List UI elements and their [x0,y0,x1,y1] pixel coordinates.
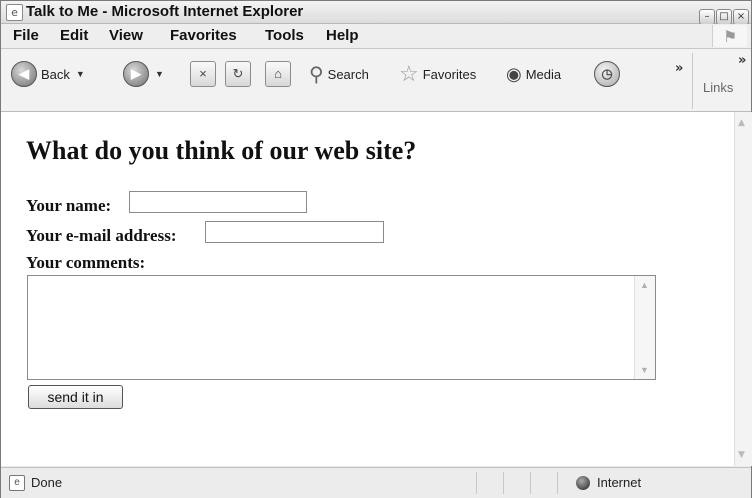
ie-app-icon: e [6,4,23,21]
status-cell-divider [503,472,504,494]
window-controls: – □ × [698,4,749,25]
back-label: Back [41,66,70,82]
menu-edit[interactable]: Edit [60,27,88,44]
close-icon[interactable]: × [733,9,749,25]
page-scroll-up-icon[interactable]: ▲ [738,118,745,128]
browser-window: e Talk to Me - Microsoft Internet Explor… [0,0,752,498]
status-cell-divider [557,472,558,494]
search-label: Search [327,66,369,82]
email-label: Your e-mail address: [26,226,177,245]
standard-toolbar: ◀ Back ▼ ▶ ▼ × ↻ ⌂ ⚲ Search ☆ Favorites … [1,49,751,112]
stop-icon: × [190,61,216,87]
page-scrollbar[interactable]: ▲ ▼ [734,112,752,466]
media-icon: ◉ [506,63,522,84]
links-chevron-icon[interactable]: » [738,53,746,68]
refresh-icon: ↻ [225,61,251,87]
page-done-icon: e [9,475,25,491]
history-button[interactable]: ◷ [594,59,620,89]
forward-dropdown-icon[interactable]: ▼ [155,69,164,79]
scroll-down-icon[interactable]: ▼ [640,365,649,375]
favorites-button[interactable]: ☆ Favorites [399,59,476,89]
status-cell-divider [476,472,477,494]
star-icon: ☆ [399,61,419,86]
home-icon: ⌂ [265,61,291,87]
scroll-up-icon[interactable]: ▲ [640,280,649,290]
windows-logo-icon: ⚑ [712,25,747,47]
name-input[interactable] [129,191,307,213]
email-input[interactable] [205,221,384,243]
refresh-button[interactable]: ↻ [225,59,251,89]
menu-help[interactable]: Help [326,27,359,44]
minimize-icon[interactable]: – [699,9,715,25]
back-button[interactable]: ◀ Back ▼ [11,59,85,89]
favorites-label: Favorites [422,66,477,82]
media-button[interactable]: ◉ Media [506,59,561,89]
forward-button[interactable]: ▶ ▼ [123,59,164,89]
comments-label: Your comments: [26,253,146,272]
send-button[interactable]: send it in [28,385,123,409]
menu-bar: File Edit View Favorites Tools Help ⚑ [1,24,751,49]
history-icon: ◷ [594,61,620,87]
title-bar: e Talk to Me - Microsoft Internet Explor… [1,1,751,25]
status-text: Done [31,475,63,490]
menu-view[interactable]: View [109,27,143,44]
page-heading: What do you think of our web site? [26,136,417,165]
security-zone-label: Internet [597,475,642,490]
back-dropdown-icon[interactable]: ▼ [76,69,85,79]
media-label: Media [525,66,562,82]
home-button[interactable]: ⌂ [265,59,291,89]
search-button[interactable]: ⚲ Search [309,59,369,89]
menu-favorites[interactable]: Favorites [170,27,237,44]
comments-textarea[interactable]: ▲ ▼ [27,275,656,380]
maximize-icon[interactable]: □ [716,9,732,25]
menu-tools[interactable]: Tools [265,27,304,44]
name-label: Your name: [26,196,112,215]
menu-file[interactable]: File [13,27,39,44]
page-content: What do you think of our web site? Your … [1,112,734,466]
links-separator [692,53,693,109]
search-icon: ⚲ [309,63,324,86]
forward-arrow-icon: ▶ [123,61,149,87]
status-cell-divider [530,472,531,494]
links-label[interactable]: Links [703,80,733,95]
window-title: Talk to Me - Microsoft Internet Explorer [26,3,304,20]
stop-button[interactable]: × [190,59,216,89]
toolbar-overflow-chevron-icon[interactable]: » [675,61,683,76]
back-arrow-icon: ◀ [11,61,37,87]
page-scroll-down-icon[interactable]: ▼ [738,450,745,460]
status-bar: e Done Internet [1,467,751,498]
comments-scrollbar[interactable]: ▲ ▼ [634,276,655,379]
internet-zone-globe-icon [576,476,590,490]
